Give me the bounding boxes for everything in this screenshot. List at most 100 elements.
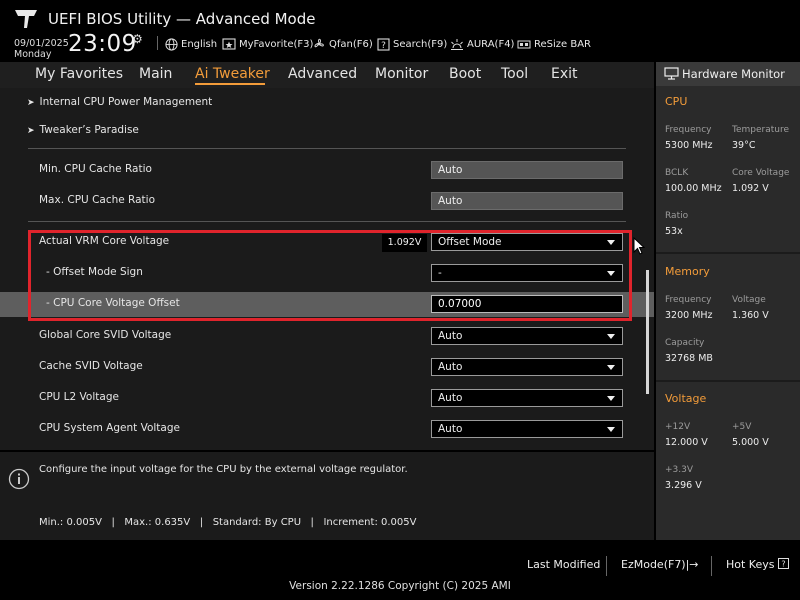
setting-label-system-agent-voltage: CPU System Agent Voltage xyxy=(39,422,180,434)
version-text: Version 2.22.1286 Copyright (C) 2025 AMI xyxy=(289,580,511,592)
date-text: 09/01/2025 xyxy=(14,38,69,49)
submenu-label: Internal CPU Power Management xyxy=(39,96,213,108)
myfavorite-button[interactable]: MyFavorite(F3) xyxy=(222,36,313,52)
setting-label-global-core-svid: Global Core SVID Voltage xyxy=(39,329,172,341)
svg-text:?: ? xyxy=(381,41,386,51)
hw-memory-voltage-value: 1.360 V xyxy=(732,310,769,321)
hw-capacity-value: 32768 MB xyxy=(665,353,713,364)
search-help-icon: ? xyxy=(377,37,390,51)
settings-panel: ➤ Internal CPU Power Management ➤ Tweaker’… xyxy=(0,88,654,450)
setting-label-cpu-l2-voltage: CPU L2 Voltage xyxy=(39,391,119,403)
svg-text:?: ? xyxy=(781,560,785,569)
cache-svid-select[interactable]: Auto xyxy=(431,358,623,376)
qfan-label: Qfan(F6) xyxy=(329,38,373,50)
global-core-svid-select[interactable]: Auto xyxy=(431,327,623,345)
tab-my-favorites[interactable]: My Favorites xyxy=(35,66,123,82)
global-core-svid-value: Auto xyxy=(438,330,463,342)
submenu-arrow-icon: ➤ xyxy=(27,126,35,136)
language-button[interactable]: English xyxy=(165,36,217,52)
date-display: 09/01/2025 Monday xyxy=(14,38,69,60)
tab-exit[interactable]: Exit xyxy=(551,66,578,82)
aura-label: AURA(F4) xyxy=(467,38,515,50)
hw-ratio-label: Ratio xyxy=(665,211,689,221)
submenu-internal-cpu-power[interactable]: ➤ Internal CPU Power Management xyxy=(27,96,212,108)
qfan-button[interactable]: Qfan(F6) xyxy=(312,36,373,52)
hw-12v-label: +12V xyxy=(665,422,691,432)
submenu-tweakers-paradise[interactable]: ➤ Tweaker’s Paradise xyxy=(27,124,139,136)
header-bar: UEFI BIOS Utility — Advanced Mode 09/01/… xyxy=(0,0,800,60)
hw-core-voltage-label: Core Voltage xyxy=(732,168,790,178)
hw-core-voltage-value: 1.092 V xyxy=(732,183,769,194)
hw-cpu-heading: CPU xyxy=(665,95,688,108)
hw-memory-heading: Memory xyxy=(665,265,710,278)
tab-boot[interactable]: Boot xyxy=(449,66,481,82)
globe-icon xyxy=(165,37,178,51)
hw-cpu-frequency-value: 5300 MHz xyxy=(665,140,713,151)
hw-capacity-label: Capacity xyxy=(665,338,705,348)
hardware-monitor-panel: Hardware Monitor CPU Frequency 5300 MHz … xyxy=(656,62,800,540)
last-modified-button[interactable]: Last Modified xyxy=(527,558,600,571)
cpu-l2-voltage-value: Auto xyxy=(438,392,463,404)
tab-tool[interactable]: Tool xyxy=(501,66,528,82)
tab-advanced[interactable]: Advanced xyxy=(288,66,357,82)
clock-settings-gear-icon[interactable]: ⚙ xyxy=(132,32,143,46)
max-cache-ratio-field[interactable]: Auto xyxy=(431,192,623,210)
hw-3v3-label: +3.3V xyxy=(665,465,694,475)
footer-bar: Last Modified EzMode(F7)|→ Hot Keys ? Ve… xyxy=(0,540,800,600)
chevron-down-icon xyxy=(607,334,615,339)
myfavorite-label: MyFavorite(F3) xyxy=(239,38,314,50)
submenu-arrow-icon: ➤ xyxy=(27,98,35,108)
tuf-logo-icon xyxy=(15,10,37,28)
system-agent-voltage-select[interactable]: Auto xyxy=(431,420,623,438)
search-button[interactable]: ? Search(F9) xyxy=(377,36,447,52)
min-cache-ratio-field[interactable]: Auto xyxy=(431,161,623,179)
submenu-label: Tweaker’s Paradise xyxy=(39,124,139,136)
hw-memory-frequency-value: 3200 MHz xyxy=(665,310,713,321)
cpu-l2-voltage-select[interactable]: Auto xyxy=(431,389,623,407)
hw-memory-frequency-label: Frequency xyxy=(665,295,712,305)
hw-bclk-label: BCLK xyxy=(665,168,689,178)
hw-memory-voltage-label: Voltage xyxy=(732,295,766,305)
section-divider xyxy=(28,148,626,149)
annotation-highlight-box xyxy=(28,230,632,321)
chevron-down-icon xyxy=(607,396,615,401)
tab-main[interactable]: Main xyxy=(139,66,172,82)
hw-3v3-value: 3.296 V xyxy=(665,480,702,491)
fan-icon xyxy=(314,38,324,48)
favorite-folder-icon xyxy=(222,38,236,50)
main-menu-bar: My Favorites Main Ai Tweaker Advanced Mo… xyxy=(0,62,654,88)
language-label: English xyxy=(181,38,218,50)
clock-time: 23:09 xyxy=(68,31,137,57)
hw-cpu-temperature-label: Temperature xyxy=(732,125,790,135)
info-icon xyxy=(8,468,30,490)
settings-scrollbar[interactable] xyxy=(646,270,649,394)
resizebar-button[interactable]: ReSize BAR xyxy=(517,36,591,52)
aura-light-icon xyxy=(451,38,463,50)
ezmode-button[interactable]: EzMode(F7)|→ xyxy=(621,558,699,571)
hw-section-divider xyxy=(656,252,800,254)
chevron-down-icon xyxy=(607,365,615,370)
help-value-limits: Min.: 0.005V | Max.: 0.635V | Standard: … xyxy=(39,517,417,528)
aura-button[interactable]: AURA(F4) xyxy=(450,36,514,52)
footer-separator xyxy=(711,556,712,576)
hotkeys-button[interactable]: Hot Keys ? xyxy=(726,558,789,571)
cache-svid-value: Auto xyxy=(438,361,463,373)
search-label: Search(F9) xyxy=(393,38,448,50)
help-description: Configure the input voltage for the CPU … xyxy=(39,464,408,475)
help-panel: Configure the input voltage for the CPU … xyxy=(0,452,654,540)
hw-section-divider xyxy=(656,380,800,382)
chevron-down-icon xyxy=(607,427,615,432)
hw-12v-value: 12.000 V xyxy=(665,437,708,448)
tab-monitor[interactable]: Monitor xyxy=(375,66,428,82)
hardware-monitor-title-text: Hardware Monitor xyxy=(682,67,785,81)
hw-bclk-value: 100.00 MHz xyxy=(665,183,722,194)
system-agent-voltage-value: Auto xyxy=(438,423,463,435)
active-tab-underline xyxy=(195,83,265,85)
hw-voltage-heading: Voltage xyxy=(665,392,707,405)
hw-cpu-temperature-value: 39°C xyxy=(732,140,756,151)
section-divider xyxy=(28,221,626,222)
hw-5v-label: +5V xyxy=(732,422,752,432)
mouse-cursor-icon xyxy=(633,237,645,255)
tab-ai-tweaker[interactable]: Ai Tweaker xyxy=(195,66,270,82)
monitor-icon xyxy=(664,67,679,80)
